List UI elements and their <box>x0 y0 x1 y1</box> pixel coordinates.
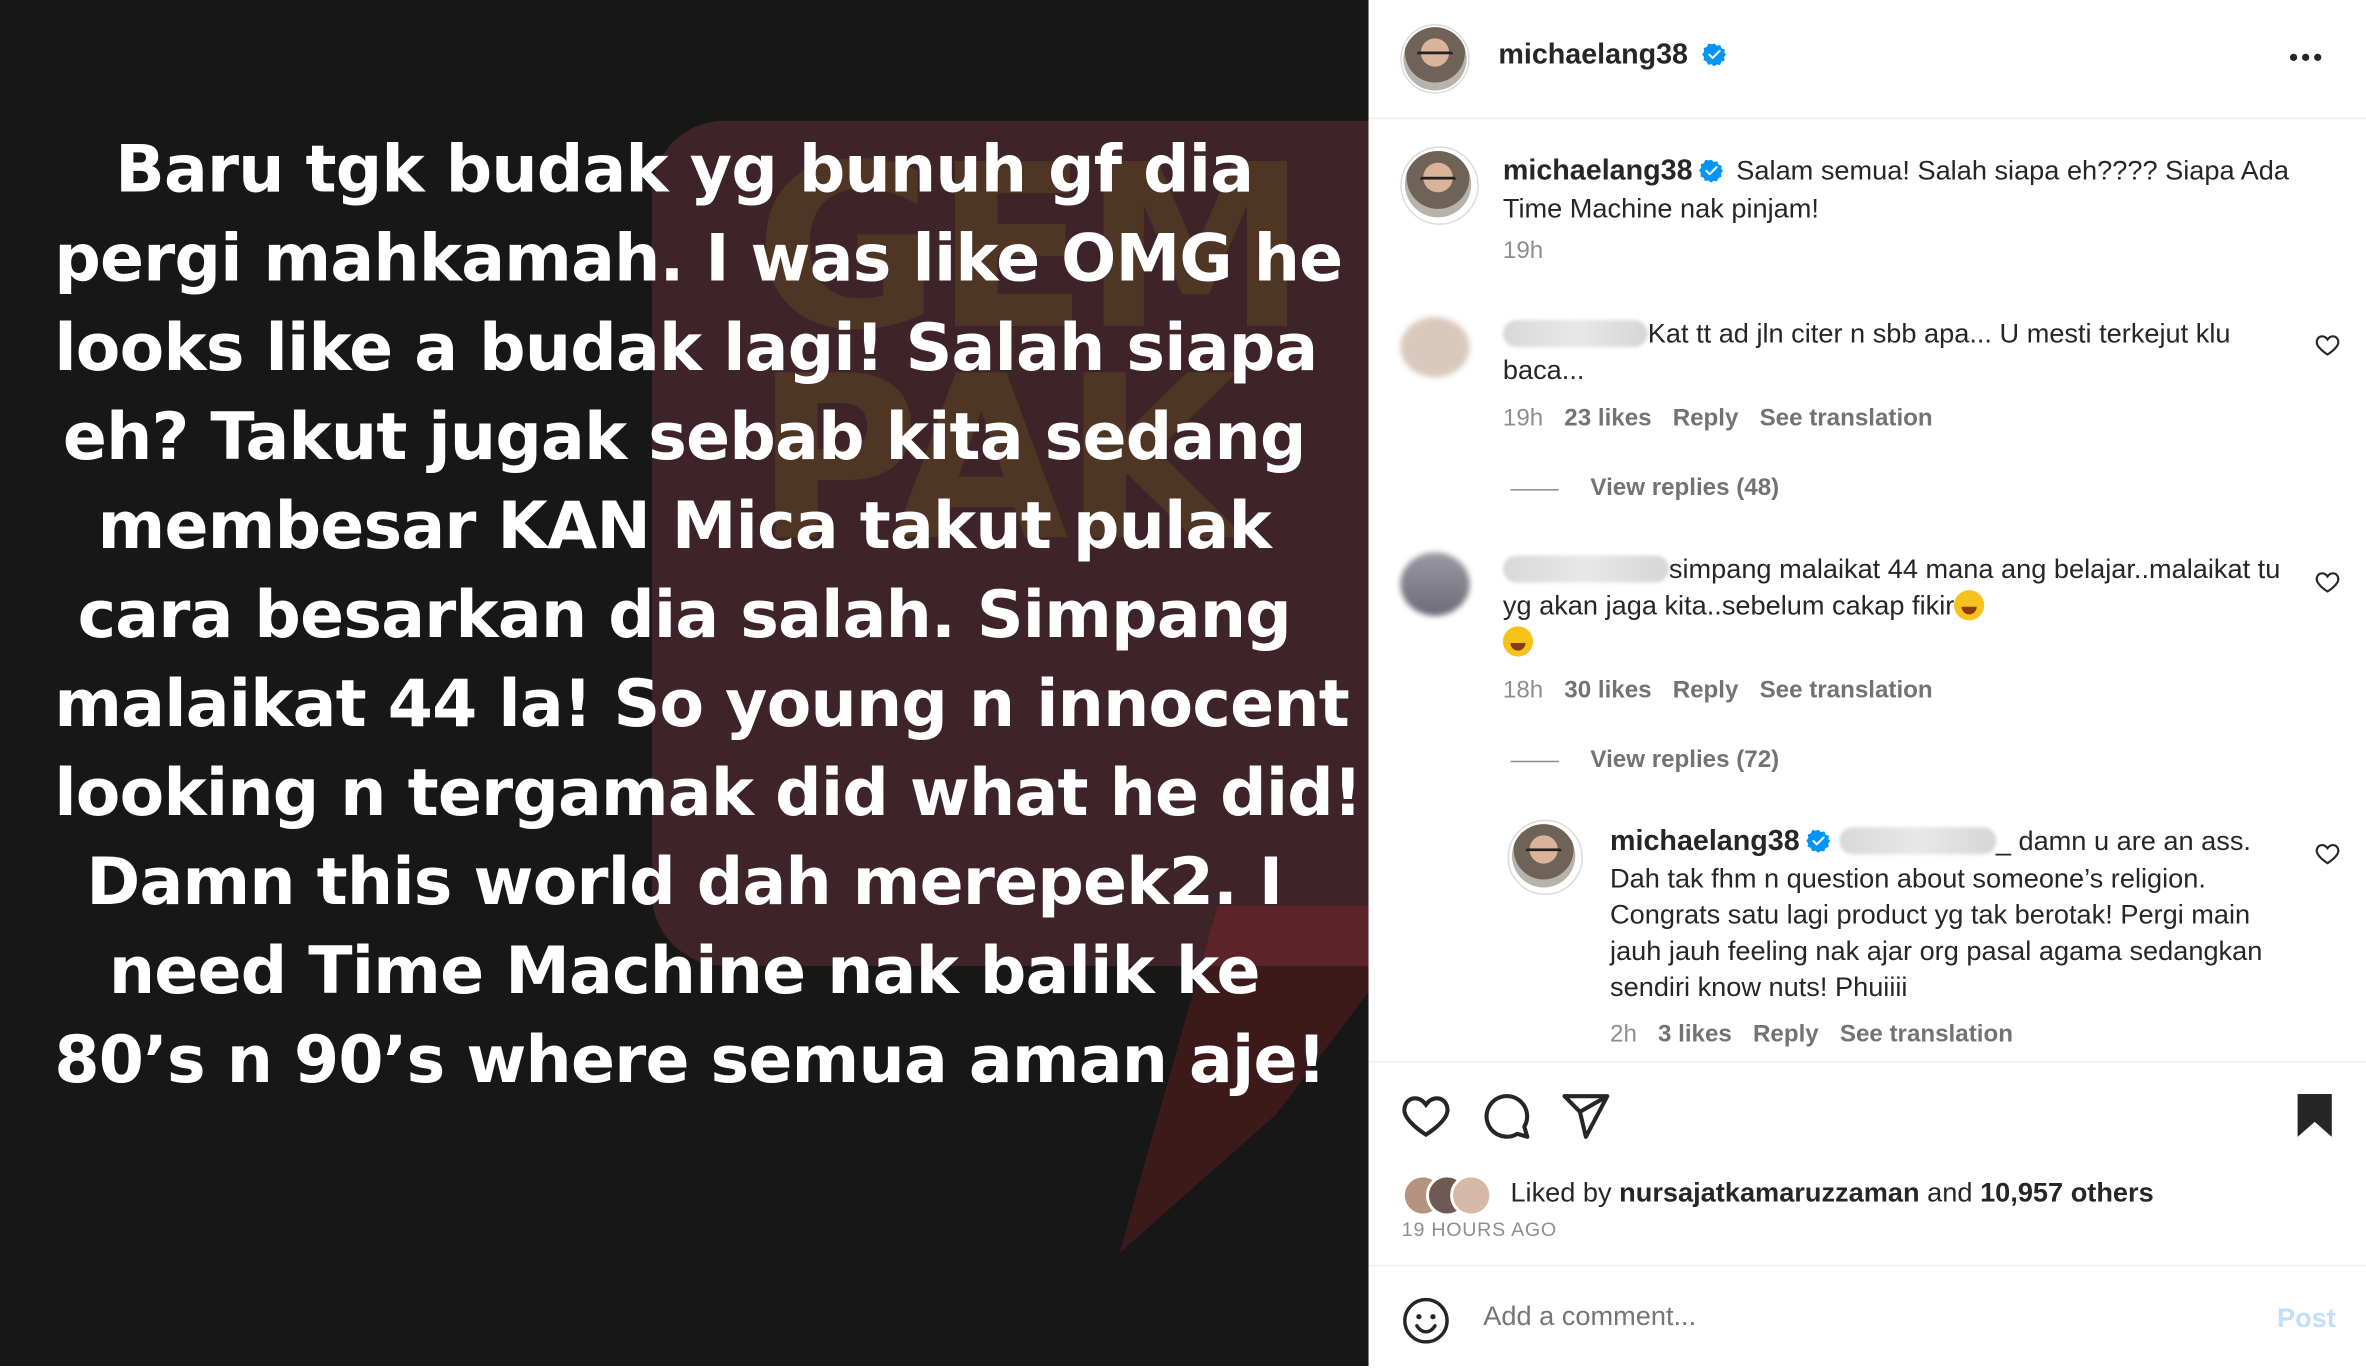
post-text-line: cara besarkan dia salah. Simpang <box>77 578 1292 654</box>
bookmark-saved-icon[interactable] <box>2289 1090 2340 1141</box>
reply-button[interactable]: Reply <box>1673 406 1739 432</box>
reply-button[interactable]: Reply <box>1753 1022 1819 1048</box>
see-translation-button[interactable]: See translation <box>1840 1022 2013 1048</box>
comment-time: 18h <box>1502 677 1544 704</box>
caption-username[interactable]: michaelang38 <box>1503 155 1693 187</box>
post-text-line: membesar KAN Mica takut pulak <box>97 489 1272 565</box>
post-header: michaelang38 <box>1368 0 2366 120</box>
post-actions: Liked by nursajatkamaruzzaman and 10,957… <box>1368 1061 2366 1262</box>
header-username[interactable]: michaelang38 <box>1498 39 1688 71</box>
comment-input[interactable] <box>1480 1299 2241 1335</box>
liked-by-prefix: Liked by <box>1510 1177 1612 1208</box>
comments-list[interactable]: michaelang38 Salam semua! Salah siapa eh… <box>1369 119 2366 1059</box>
see-translation-button[interactable]: See translation <box>1760 678 1933 704</box>
like-comment-heart-icon[interactable] <box>2315 841 2341 867</box>
post-text-line: looks like a budak lagi! Salah siapa <box>54 310 1318 387</box>
liked-by-and: and <box>1927 1177 1973 1208</box>
like-comment-heart-icon[interactable] <box>2315 332 2341 358</box>
caption-time: 19h <box>1502 238 1544 265</box>
comment-time: 19h <box>1502 406 1544 432</box>
blurred-username[interactable] <box>1502 319 1648 348</box>
view-replies-button[interactable]: View replies (48) <box>1590 475 1779 502</box>
post-text-line: 80’s n 90’s where semua aman aje! <box>54 1023 1326 1099</box>
post-text-line: Baru tgk budak yg bunuh gf dia <box>115 132 1254 209</box>
laughing-emoji-icon <box>1954 590 1985 621</box>
liker-avatar <box>1450 1174 1493 1217</box>
reply-button[interactable]: Reply <box>1673 678 1739 704</box>
post-text-line: malaikat 44 la! So young n innocent <box>54 667 1350 743</box>
avatar[interactable] <box>1511 824 1576 888</box>
post-timestamp[interactable]: 19 HOURS AGO <box>1402 1218 1557 1241</box>
comment-likes[interactable]: 30 likes <box>1564 678 1651 704</box>
view-replies-line <box>1510 489 1559 491</box>
verified-badge-icon <box>1698 159 1723 183</box>
instagram-post-view: GEM PAK Baru tgk budak yg bunuh gf dia p… <box>0 0 2366 1366</box>
comment-likes[interactable]: 23 likes <box>1564 406 1651 432</box>
post-text-line: pergi mahkamah. I was like OMG he <box>54 221 1343 298</box>
liked-by-user[interactable]: nursajatkamaruzzaman <box>1619 1177 1919 1207</box>
post-image: GEM PAK Baru tgk budak yg bunuh gf dia p… <box>0 0 1369 1366</box>
reply-time: 2h <box>1610 1021 1637 1048</box>
blurred-username[interactable] <box>1502 555 1669 583</box>
like-comment-heart-icon[interactable] <box>2315 569 2341 595</box>
post-side-panel: michaelang38 michaelang38 Salam semua! S… <box>1368 0 2366 1368</box>
reply-likes[interactable]: 3 likes <box>1658 1022 1732 1048</box>
add-comment-bar: Post <box>1368 1264 2366 1368</box>
verified-badge-icon <box>1805 829 1830 853</box>
see-translation-button[interactable]: See translation <box>1760 406 1933 432</box>
post-text-line: need Time Machine nak balik ke <box>108 934 1261 1010</box>
blurred-mention[interactable] <box>1838 827 1996 855</box>
reply-username[interactable]: michaelang38 <box>1610 826 1800 858</box>
verified-badge-icon <box>1702 43 1727 67</box>
emoji-smile-icon[interactable] <box>1402 1297 1450 1345</box>
view-replies-line <box>1510 760 1559 763</box>
post-text-line: looking n tergamak did what he did! <box>54 756 1362 832</box>
comment-bubble-icon[interactable] <box>1480 1090 1531 1141</box>
avatar[interactable] <box>1403 27 1467 91</box>
laughing-emoji-icon <box>1502 626 1534 657</box>
more-horizontal-icon[interactable] <box>2285 36 2327 78</box>
view-replies-button[interactable]: View replies (72) <box>1590 747 1779 774</box>
post-text-line: eh? Takut jugak sebab kita sedang <box>62 399 1306 476</box>
avatar[interactable] <box>1400 552 1470 616</box>
share-send-icon[interactable] <box>1560 1090 1611 1141</box>
liked-by-others[interactable]: 10,957 others <box>1980 1177 2154 1207</box>
avatar[interactable] <box>1404 150 1472 218</box>
post-text-line: Damn this world dah merepek2. I <box>86 845 1283 921</box>
post-comment-button[interactable]: Post <box>2277 1303 2336 1335</box>
like-heart-icon[interactable] <box>1400 1090 1451 1141</box>
avatar[interactable] <box>1400 316 1470 378</box>
post-image-text: Baru tgk budak yg bunuh gf dia pergi mah… <box>54 127 1362 1107</box>
